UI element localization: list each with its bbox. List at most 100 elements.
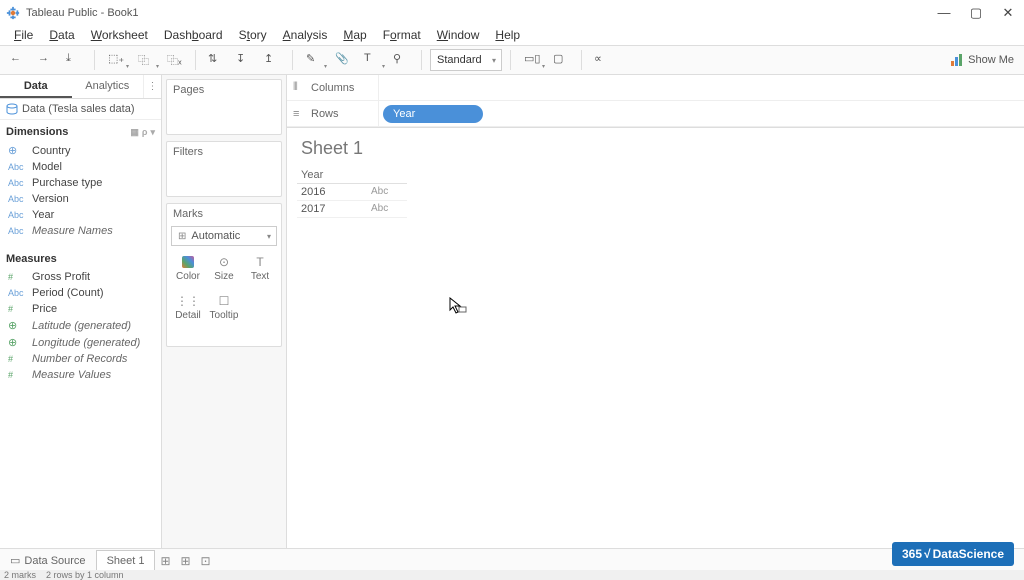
- menu-help[interactable]: Help: [487, 26, 528, 44]
- field-country[interactable]: Country: [0, 142, 161, 159]
- field-label: Model: [32, 161, 62, 173]
- menu-file[interactable]: File: [6, 26, 41, 44]
- minimize-button[interactable]: —: [934, 3, 954, 23]
- field-label: Measure Names: [32, 225, 113, 237]
- field-gross-profit[interactable]: Gross Profit: [0, 269, 161, 285]
- pin-button[interactable]: ⚲: [389, 48, 413, 72]
- maximize-button[interactable]: ▢: [966, 3, 986, 23]
- menu-map[interactable]: Map: [335, 26, 374, 44]
- tab-analytics[interactable]: Analytics: [72, 75, 144, 98]
- sidebar-menu-button[interactable]: ⋮: [143, 75, 161, 98]
- viz-canvas[interactable]: Year 2016Abc2017Abc: [287, 163, 1024, 222]
- field-label: Year: [32, 209, 54, 221]
- menu-dashboard[interactable]: Dashboard: [156, 26, 231, 44]
- field-type-icon: [8, 272, 26, 282]
- new-worksheet-button[interactable]: ⿻: [133, 48, 159, 72]
- sort-desc-button[interactable]: ↥: [260, 48, 284, 72]
- field-label: Measure Values: [32, 369, 111, 381]
- field-price[interactable]: Price: [0, 301, 161, 317]
- datasource-icon: [6, 103, 18, 115]
- tab-data[interactable]: Data: [0, 75, 72, 98]
- menu-analysis[interactable]: Analysis: [275, 26, 336, 44]
- titlebar: Tableau Public - Book1 — ▢ ✕: [0, 0, 1024, 25]
- close-button[interactable]: ✕: [998, 3, 1018, 23]
- share-button[interactable]: ∝: [590, 48, 614, 72]
- field-version[interactable]: Version: [0, 191, 161, 207]
- group-button[interactable]: 📎: [331, 48, 355, 72]
- field-type-icon: [8, 319, 26, 332]
- viz-row[interactable]: 2017Abc: [297, 201, 407, 218]
- marks-text-button[interactable]: TText: [243, 250, 277, 287]
- menu-window[interactable]: Window: [429, 26, 488, 44]
- status-bar: 2 marks 2 rows by 1 column: [0, 570, 1024, 580]
- new-datasource-button[interactable]: ⬚₊: [103, 48, 129, 72]
- view-data-icon[interactable]: ▦: [130, 127, 139, 138]
- swap-button[interactable]: ⇅: [204, 48, 228, 72]
- undo-button[interactable]: ←: [6, 48, 30, 72]
- presentation-mode-button[interactable]: ▢: [549, 48, 573, 72]
- pages-shelf[interactable]: Pages: [166, 79, 282, 135]
- viz-row[interactable]: 2016Abc: [297, 184, 407, 201]
- marks-color-button[interactable]: Color: [171, 250, 205, 287]
- watermark-badge: 365√DataScience: [892, 542, 1014, 566]
- show-hide-cards-button[interactable]: ▭▯: [519, 48, 545, 72]
- menu-format[interactable]: Format: [375, 26, 429, 44]
- show-me-button[interactable]: Show Me: [946, 53, 1018, 67]
- tab-datasource[interactable]: ▭Data Source: [0, 550, 96, 571]
- dimensions-header: Dimensions ▦ρ▾: [0, 120, 161, 142]
- field-longitude-generated-[interactable]: Longitude (generated): [0, 334, 161, 351]
- datasource-label: Data (Tesla sales data): [22, 103, 135, 115]
- field-period-count-[interactable]: Period (Count): [0, 285, 161, 301]
- field-label: Price: [32, 303, 57, 315]
- field-type-icon: [8, 354, 26, 364]
- viz-cell-key: 2016: [297, 184, 367, 200]
- menu-worksheet[interactable]: Worksheet: [83, 26, 156, 44]
- totals-button[interactable]: T: [359, 48, 385, 72]
- field-type-icon: [8, 162, 26, 172]
- sort-asc-button[interactable]: ↧: [232, 48, 256, 72]
- field-label: Longitude (generated): [32, 337, 140, 349]
- field-type-icon: [8, 194, 26, 204]
- field-number-of-records[interactable]: Number of Records: [0, 351, 161, 367]
- field-type-icon: [8, 370, 26, 380]
- clear-sheet-button[interactable]: ⿻ₓ: [163, 48, 187, 72]
- filters-shelf[interactable]: Filters: [166, 141, 282, 197]
- field-year[interactable]: Year: [0, 207, 161, 223]
- marks-detail-button[interactable]: ⋮⋮Detail: [171, 289, 205, 326]
- highlight-button[interactable]: ✎: [301, 48, 327, 72]
- tab-sheet1[interactable]: Sheet 1: [96, 550, 156, 571]
- fit-selector[interactable]: Standard: [430, 49, 502, 71]
- datasource-tab-icon: ▭: [10, 554, 20, 567]
- field-measure-values[interactable]: Measure Values: [0, 367, 161, 383]
- redo-button[interactable]: →: [34, 48, 58, 72]
- field-type-icon: [8, 178, 26, 188]
- field-label: Period (Count): [32, 287, 104, 299]
- field-measure-names[interactable]: Measure Names: [0, 223, 161, 239]
- new-worksheet-tab-button[interactable]: ⊞: [155, 554, 175, 568]
- rows-shelf[interactable]: ≡Rows Year: [287, 101, 1024, 127]
- sheet-tabs: ▭Data Source Sheet 1 ⊞ ⊞ ⊡: [0, 548, 1024, 572]
- save-button[interactable]: ⤓: [62, 48, 86, 72]
- marks-size-button[interactable]: ⊙Size: [207, 250, 241, 287]
- viz-cell-key: 2017: [297, 201, 367, 217]
- field-type-icon: [8, 288, 26, 298]
- pill-year[interactable]: Year: [383, 105, 483, 123]
- field-type-icon: [8, 210, 26, 220]
- dropdown-icon[interactable]: ▾: [150, 127, 155, 138]
- field-purchase-type[interactable]: Purchase type: [0, 175, 161, 191]
- menu-story[interactable]: Story: [231, 26, 275, 44]
- marks-type-selector[interactable]: Automatic: [171, 226, 277, 246]
- field-model[interactable]: Model: [0, 159, 161, 175]
- tableau-logo-icon: [6, 6, 20, 20]
- marks-tooltip-button[interactable]: ☐Tooltip: [207, 289, 241, 326]
- columns-shelf[interactable]: ⦀Columns: [287, 75, 1024, 101]
- sheet-title[interactable]: Sheet 1: [287, 128, 1024, 163]
- datasource-item[interactable]: Data (Tesla sales data): [0, 99, 161, 120]
- field-latitude-generated-[interactable]: Latitude (generated): [0, 317, 161, 334]
- menu-data[interactable]: Data: [41, 26, 82, 44]
- new-dashboard-tab-button[interactable]: ⊞: [175, 554, 195, 568]
- marks-card: Marks Automatic Color ⊙Size TText ⋮⋮Deta…: [166, 203, 282, 347]
- measures-header: Measures: [0, 247, 161, 269]
- new-story-tab-button[interactable]: ⊡: [195, 554, 215, 568]
- find-field-icon[interactable]: ρ: [142, 127, 148, 138]
